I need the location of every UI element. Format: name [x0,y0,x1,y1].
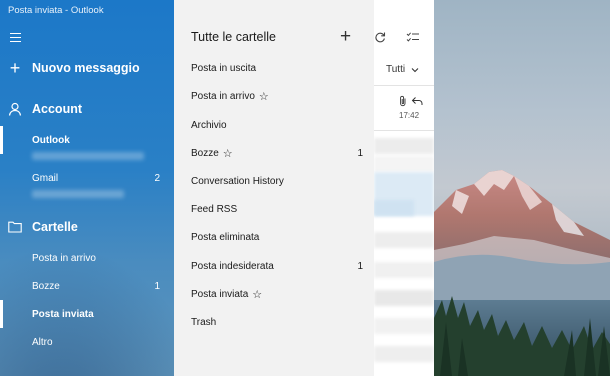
divider [374,85,434,86]
flyout-folder-item[interactable]: Trash [191,310,361,334]
folder-name: Posta in arrivo [32,252,96,264]
hamburger-icon[interactable] [10,33,21,43]
flyout-folder-item[interactable]: Archivio [191,113,361,137]
accounts-header-label: Account [32,102,82,116]
folder-name: Archivio [191,119,227,131]
message-time: 17:42 [399,111,420,120]
flyout-title: Tutte le cartelle [191,30,276,44]
flyout-folder-item[interactable]: Posta in arrivo ☆ [191,84,361,108]
person-icon [8,102,22,116]
plus-icon: + [9,58,21,78]
folders-header[interactable]: Cartelle [8,220,78,234]
chevron-down-icon [411,67,419,72]
star-icon[interactable]: ☆ [259,90,269,103]
filter-label: Tutti [386,64,406,75]
account-name: Gmail [32,172,59,184]
flyout-folder-item[interactable]: Bozze ☆ 1 [191,141,363,165]
flyout-folder-item[interactable]: Posta inviata ☆ [191,282,361,306]
folder-item-posta-in-arrivo[interactable]: Posta in arrivo [0,244,174,272]
checklist-icon[interactable] [406,31,420,43]
message-preview-redacted[interactable] [374,232,434,248]
new-message-label: Nuovo messaggio [32,61,140,75]
folder-item-bozze[interactable]: Bozze 1 [0,272,174,300]
folder-icon [8,221,22,233]
background-landscape-image [434,0,610,376]
mountain-illustration [434,170,610,376]
folder-name: Feed RSS [191,203,238,215]
message-status-icons [398,95,423,110]
folder-name: Bozze [191,147,219,159]
message-list: Tutti 17:42 [374,0,434,376]
message-preview-redacted[interactable] [374,262,434,278]
account-email-redacted [32,190,124,198]
all-folders-flyout: Tutte le cartelle + Posta in uscita Post… [174,0,374,376]
folder-name: Posta in arrivo [191,90,255,102]
divider [374,130,434,131]
folder-name: Bozze [32,280,60,292]
flyout-folder-item[interactable]: Posta in uscita [191,56,361,80]
account-email-redacted [32,152,144,160]
folder-item-posta-inviata[interactable]: Posta inviata [0,300,174,328]
account-item-gmail[interactable]: Gmail 2 [0,164,174,192]
folder-name: Posta inviata [32,308,94,320]
filter-dropdown[interactable]: Tutti [386,64,419,75]
message-preview-redacted[interactable] [374,138,434,154]
navigation-pane: Posta inviata - Outlook + Nuovo messaggi… [0,0,174,376]
flyout-folder-item[interactable]: Posta indesiderata 1 [191,254,363,278]
folder-name: Posta in uscita [191,62,257,74]
new-message-button[interactable]: + Nuovo messaggio [8,58,140,78]
flyout-folder-item[interactable]: Posta eliminata [191,225,361,249]
unread-count: 1 [154,280,160,292]
accounts-header[interactable]: Account [8,102,82,116]
account-item-outlook[interactable]: Outlook [0,126,174,154]
folder-name: Posta indesiderata [191,260,274,272]
folder-name: Posta inviata [191,288,249,300]
star-icon[interactable]: ☆ [252,288,262,301]
message-preview-redacted[interactable] [374,156,434,172]
unread-count: 1 [357,260,363,272]
message-preview-redacted[interactable] [374,346,434,362]
window-title: Posta inviata - Outlook [8,5,104,16]
unread-count: 1 [357,147,363,159]
folder-name: Conversation History [191,175,284,187]
message-preview-redacted[interactable] [374,318,434,334]
plus-icon[interactable]: + [340,27,351,47]
folder-name: Altro [32,336,53,348]
star-icon[interactable]: ☆ [223,147,233,160]
flyout-folder-item[interactable]: Feed RSS [191,197,361,221]
sync-icon[interactable] [374,31,386,43]
folder-name: Trash [191,316,217,328]
message-preview-redacted [374,200,414,216]
reply-icon [411,97,423,105]
folders-header-label: Cartelle [32,220,78,234]
unread-count: 2 [154,172,160,184]
message-preview-redacted[interactable] [374,290,434,306]
paperclip-icon [400,95,406,107]
flyout-folder-item[interactable]: Conversation History [191,169,361,193]
folder-item-altro[interactable]: Altro [0,328,174,356]
folder-name: Posta eliminata [191,231,260,243]
account-name: Outlook [32,134,70,146]
